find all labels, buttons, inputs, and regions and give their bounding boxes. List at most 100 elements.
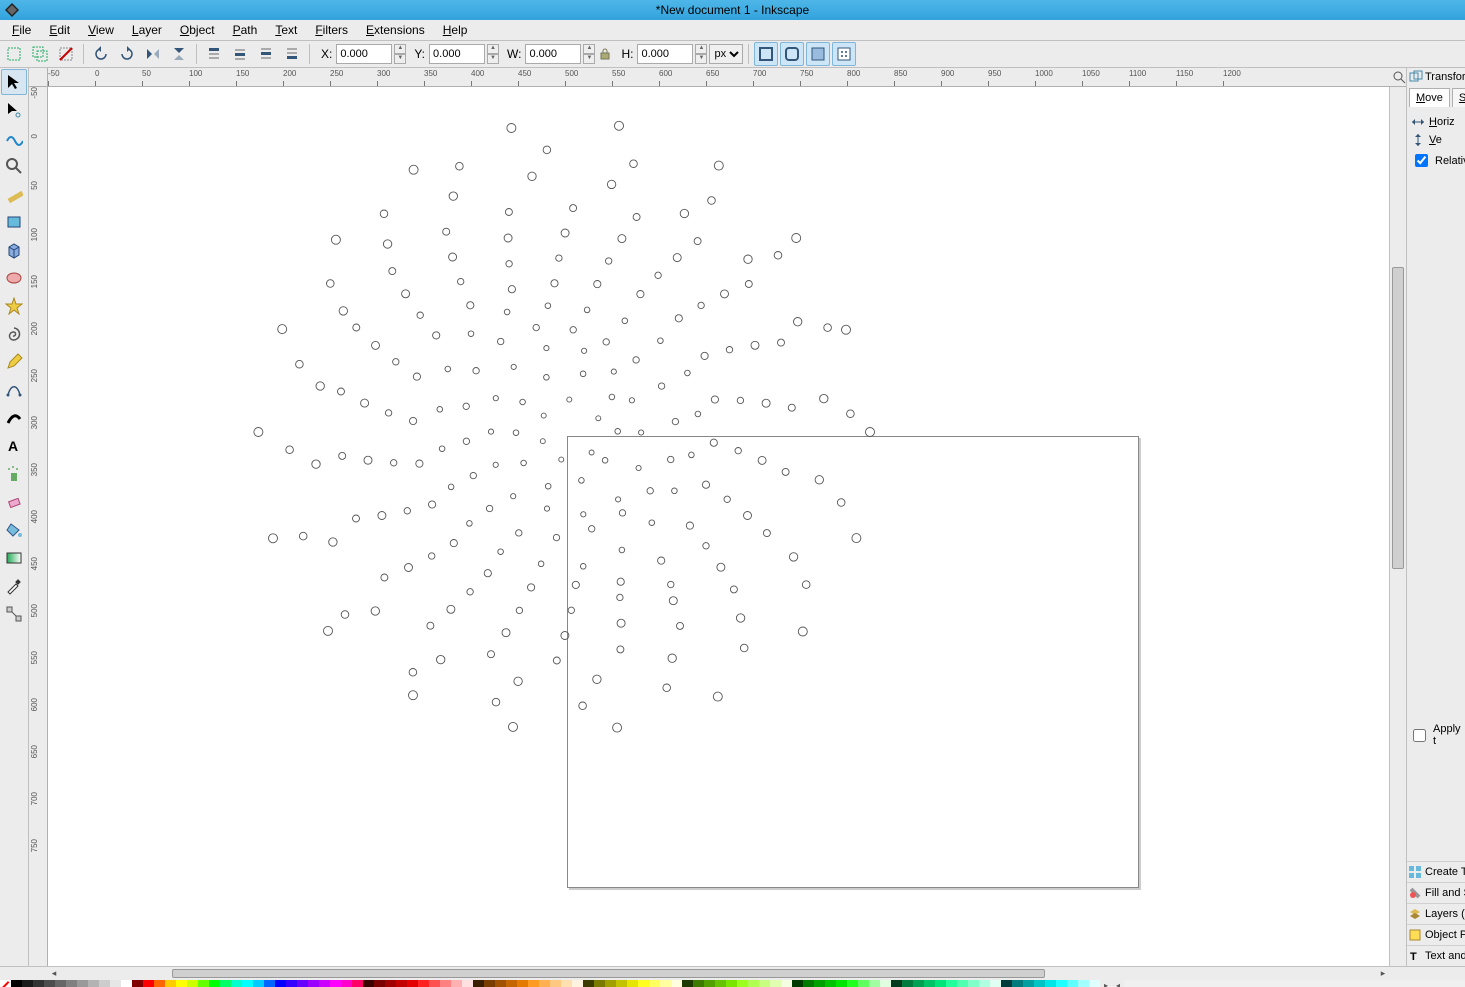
color-swatch[interactable] xyxy=(693,980,704,987)
flip-horizontal-button[interactable] xyxy=(141,42,165,66)
color-swatch[interactable] xyxy=(792,980,803,987)
color-swatch[interactable] xyxy=(528,980,539,987)
y-input[interactable] xyxy=(429,44,485,64)
create-tiled-clones-link[interactable]: Create T xyxy=(1407,861,1465,882)
color-swatch[interactable] xyxy=(836,980,847,987)
select-all-layers-button[interactable] xyxy=(28,42,52,66)
menu-file[interactable]: File xyxy=(4,21,39,39)
flip-vertical-button[interactable] xyxy=(167,42,191,66)
scroll-right-arrow[interactable]: ▸ xyxy=(1375,968,1391,979)
layers-link[interactable]: Layers (S xyxy=(1407,903,1465,924)
color-swatch[interactable] xyxy=(220,980,231,987)
color-swatch[interactable] xyxy=(132,980,143,987)
color-swatch[interactable] xyxy=(1078,980,1089,987)
color-swatch[interactable] xyxy=(77,980,88,987)
horizontal-scrollbar[interactable]: ◂ ▸ xyxy=(0,966,1465,980)
gradient-tool[interactable] xyxy=(1,545,27,571)
color-swatch[interactable] xyxy=(616,980,627,987)
color-swatch[interactable] xyxy=(495,980,506,987)
color-swatch[interactable] xyxy=(484,980,495,987)
y-spinner[interactable]: ▲▼ xyxy=(487,44,499,64)
w-input[interactable] xyxy=(525,44,581,64)
selector-tool[interactable] xyxy=(1,69,27,95)
menu-edit[interactable]: Edit xyxy=(41,21,78,39)
color-swatch[interactable] xyxy=(627,980,638,987)
color-swatch[interactable] xyxy=(385,980,396,987)
x-spinner[interactable]: ▲▼ xyxy=(394,44,406,64)
color-swatch[interactable] xyxy=(715,980,726,987)
menu-extensions[interactable]: Extensions xyxy=(358,21,433,39)
spiral-tool[interactable] xyxy=(1,321,27,347)
fill-and-stroke-link[interactable]: Fill and S xyxy=(1407,882,1465,903)
spray-tool[interactable] xyxy=(1,461,27,487)
color-swatch[interactable] xyxy=(935,980,946,987)
color-swatch[interactable] xyxy=(143,980,154,987)
color-swatch[interactable] xyxy=(638,980,649,987)
color-swatch[interactable] xyxy=(946,980,957,987)
color-swatch[interactable] xyxy=(330,980,341,987)
color-swatch[interactable] xyxy=(781,980,792,987)
color-swatch[interactable] xyxy=(88,980,99,987)
color-swatch[interactable] xyxy=(902,980,913,987)
menu-text[interactable]: Text xyxy=(267,21,305,39)
color-swatch[interactable] xyxy=(990,980,1001,987)
color-swatch[interactable] xyxy=(429,980,440,987)
color-swatch[interactable] xyxy=(583,980,594,987)
color-swatch[interactable] xyxy=(1056,980,1067,987)
ellipse-tool[interactable] xyxy=(1,265,27,291)
color-swatch[interactable] xyxy=(858,980,869,987)
color-swatch[interactable] xyxy=(176,980,187,987)
text-tool[interactable]: A xyxy=(1,433,27,459)
color-swatch[interactable] xyxy=(209,980,220,987)
color-swatch[interactable] xyxy=(275,980,286,987)
tweak-tool[interactable] xyxy=(1,125,27,151)
menu-object[interactable]: Object xyxy=(172,21,223,39)
color-swatch[interactable] xyxy=(363,980,374,987)
ruler-vertical[interactable]: -500501001502002503003504004505005506006… xyxy=(29,87,48,966)
color-swatch[interactable] xyxy=(154,980,165,987)
zoom-corner[interactable] xyxy=(1390,68,1406,87)
palette-menu[interactable]: ◂ xyxy=(1112,980,1124,987)
menu-path[interactable]: Path xyxy=(225,21,266,39)
color-swatch[interactable] xyxy=(462,980,473,987)
color-swatch[interactable] xyxy=(1012,980,1023,987)
color-swatch[interactable] xyxy=(913,980,924,987)
color-swatch[interactable] xyxy=(726,980,737,987)
eraser-tool[interactable] xyxy=(1,489,27,515)
color-swatch[interactable] xyxy=(451,980,462,987)
apply-to-checkbox[interactable] xyxy=(1413,729,1426,742)
color-swatch[interactable] xyxy=(1067,980,1078,987)
affect-gradient-toggle[interactable] xyxy=(806,42,830,66)
color-swatch[interactable] xyxy=(770,980,781,987)
color-swatch[interactable] xyxy=(1045,980,1056,987)
raise-to-top-button[interactable] xyxy=(202,42,226,66)
color-swatch[interactable] xyxy=(594,980,605,987)
color-swatch[interactable] xyxy=(748,980,759,987)
vertical-scrollbar[interactable] xyxy=(1389,87,1406,966)
affect-stroke-toggle[interactable] xyxy=(754,42,778,66)
node-tool[interactable] xyxy=(1,97,27,123)
color-swatch[interactable] xyxy=(1023,980,1034,987)
color-swatch[interactable] xyxy=(297,980,308,987)
color-swatch[interactable] xyxy=(517,980,528,987)
color-swatch[interactable] xyxy=(847,980,858,987)
object-properties-link[interactable]: Object P xyxy=(1407,924,1465,945)
color-swatch[interactable] xyxy=(341,980,352,987)
menu-filters[interactable]: Filters xyxy=(307,21,356,39)
color-swatch[interactable] xyxy=(957,980,968,987)
color-swatch[interactable] xyxy=(165,980,176,987)
color-swatch[interactable] xyxy=(605,980,616,987)
rotate-ccw-button[interactable] xyxy=(89,42,113,66)
deselect-button[interactable] xyxy=(54,42,78,66)
color-swatch[interactable] xyxy=(979,980,990,987)
color-swatch[interactable] xyxy=(506,980,517,987)
text-and-font-link[interactable]: T Text and xyxy=(1407,945,1465,966)
lower-to-bottom-button[interactable] xyxy=(280,42,304,66)
palette-scroll-right[interactable]: ▸ xyxy=(1100,980,1112,987)
color-swatch[interactable] xyxy=(242,980,253,987)
color-swatch[interactable] xyxy=(814,980,825,987)
color-swatch[interactable] xyxy=(880,980,891,987)
bezier-tool[interactable] xyxy=(1,377,27,403)
affect-pattern-toggle[interactable] xyxy=(832,42,856,66)
color-swatch[interactable] xyxy=(121,980,132,987)
